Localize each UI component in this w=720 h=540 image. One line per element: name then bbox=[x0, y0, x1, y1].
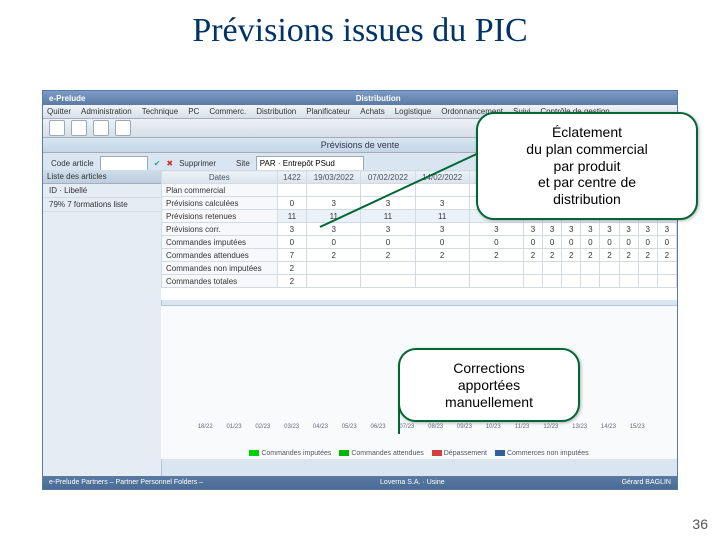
open-icon[interactable] bbox=[49, 120, 65, 136]
menu-quitter[interactable]: Quitter bbox=[47, 107, 71, 116]
menu-administration[interactable]: Administration bbox=[81, 107, 132, 116]
slide-title: Prévisions issues du PIC bbox=[0, 0, 720, 58]
menu-pc[interactable]: PC bbox=[188, 107, 199, 116]
page-number: 36 bbox=[692, 516, 708, 532]
print-icon[interactable] bbox=[93, 120, 109, 136]
statusbar: e-Prelude Partners – Partner Personnel F… bbox=[43, 476, 677, 489]
titlebar: e-Prelude Distribution bbox=[43, 91, 677, 105]
save-icon[interactable] bbox=[71, 120, 87, 136]
status-left: e-Prelude Partners – Partner Personnel F… bbox=[49, 479, 203, 486]
site-input[interactable] bbox=[256, 156, 364, 171]
menu-distribution[interactable]: Distribution bbox=[256, 107, 296, 116]
status-right: Gérard BAGLIN bbox=[622, 479, 671, 486]
sidebar-header: Liste des articles bbox=[43, 170, 161, 184]
menu-planificateur[interactable]: Planificateur bbox=[306, 107, 350, 116]
status-center: Loverna S.A. · Usine bbox=[380, 479, 445, 486]
titlebar-center: Distribution bbox=[356, 94, 401, 103]
chart-legend: Commandes imputéesCommandes attenduesDép… bbox=[161, 450, 677, 457]
menu-achats[interactable]: Achats bbox=[360, 107, 384, 116]
callout-corrections: Correctionsapportéesmanuellement bbox=[398, 348, 580, 422]
menu-technique[interactable]: Technique bbox=[142, 107, 178, 116]
delete-icon[interactable]: ✖ bbox=[166, 159, 173, 168]
sidebar-cols: ID · Libellé bbox=[43, 184, 161, 198]
sidebar-row[interactable]: 79% 7 formations liste bbox=[43, 198, 161, 212]
code-label: Code article bbox=[51, 159, 94, 168]
code-input[interactable] bbox=[100, 156, 148, 171]
menu-logistique[interactable]: Logistique bbox=[395, 107, 431, 116]
app-brand: e-Prelude bbox=[49, 94, 85, 103]
site-label: Site bbox=[236, 159, 250, 168]
chart-icon[interactable] bbox=[115, 120, 131, 136]
check-icon[interactable]: ✔ bbox=[154, 159, 161, 168]
supprimer-link[interactable]: Supprimer bbox=[179, 159, 216, 168]
menu-commerc.[interactable]: Commerc. bbox=[209, 107, 246, 116]
sidebar: Liste des articles ID · Libellé 79% 7 fo… bbox=[43, 170, 162, 476]
callout-eclatement: Éclatementdu plan commercialpar produite… bbox=[476, 112, 698, 220]
